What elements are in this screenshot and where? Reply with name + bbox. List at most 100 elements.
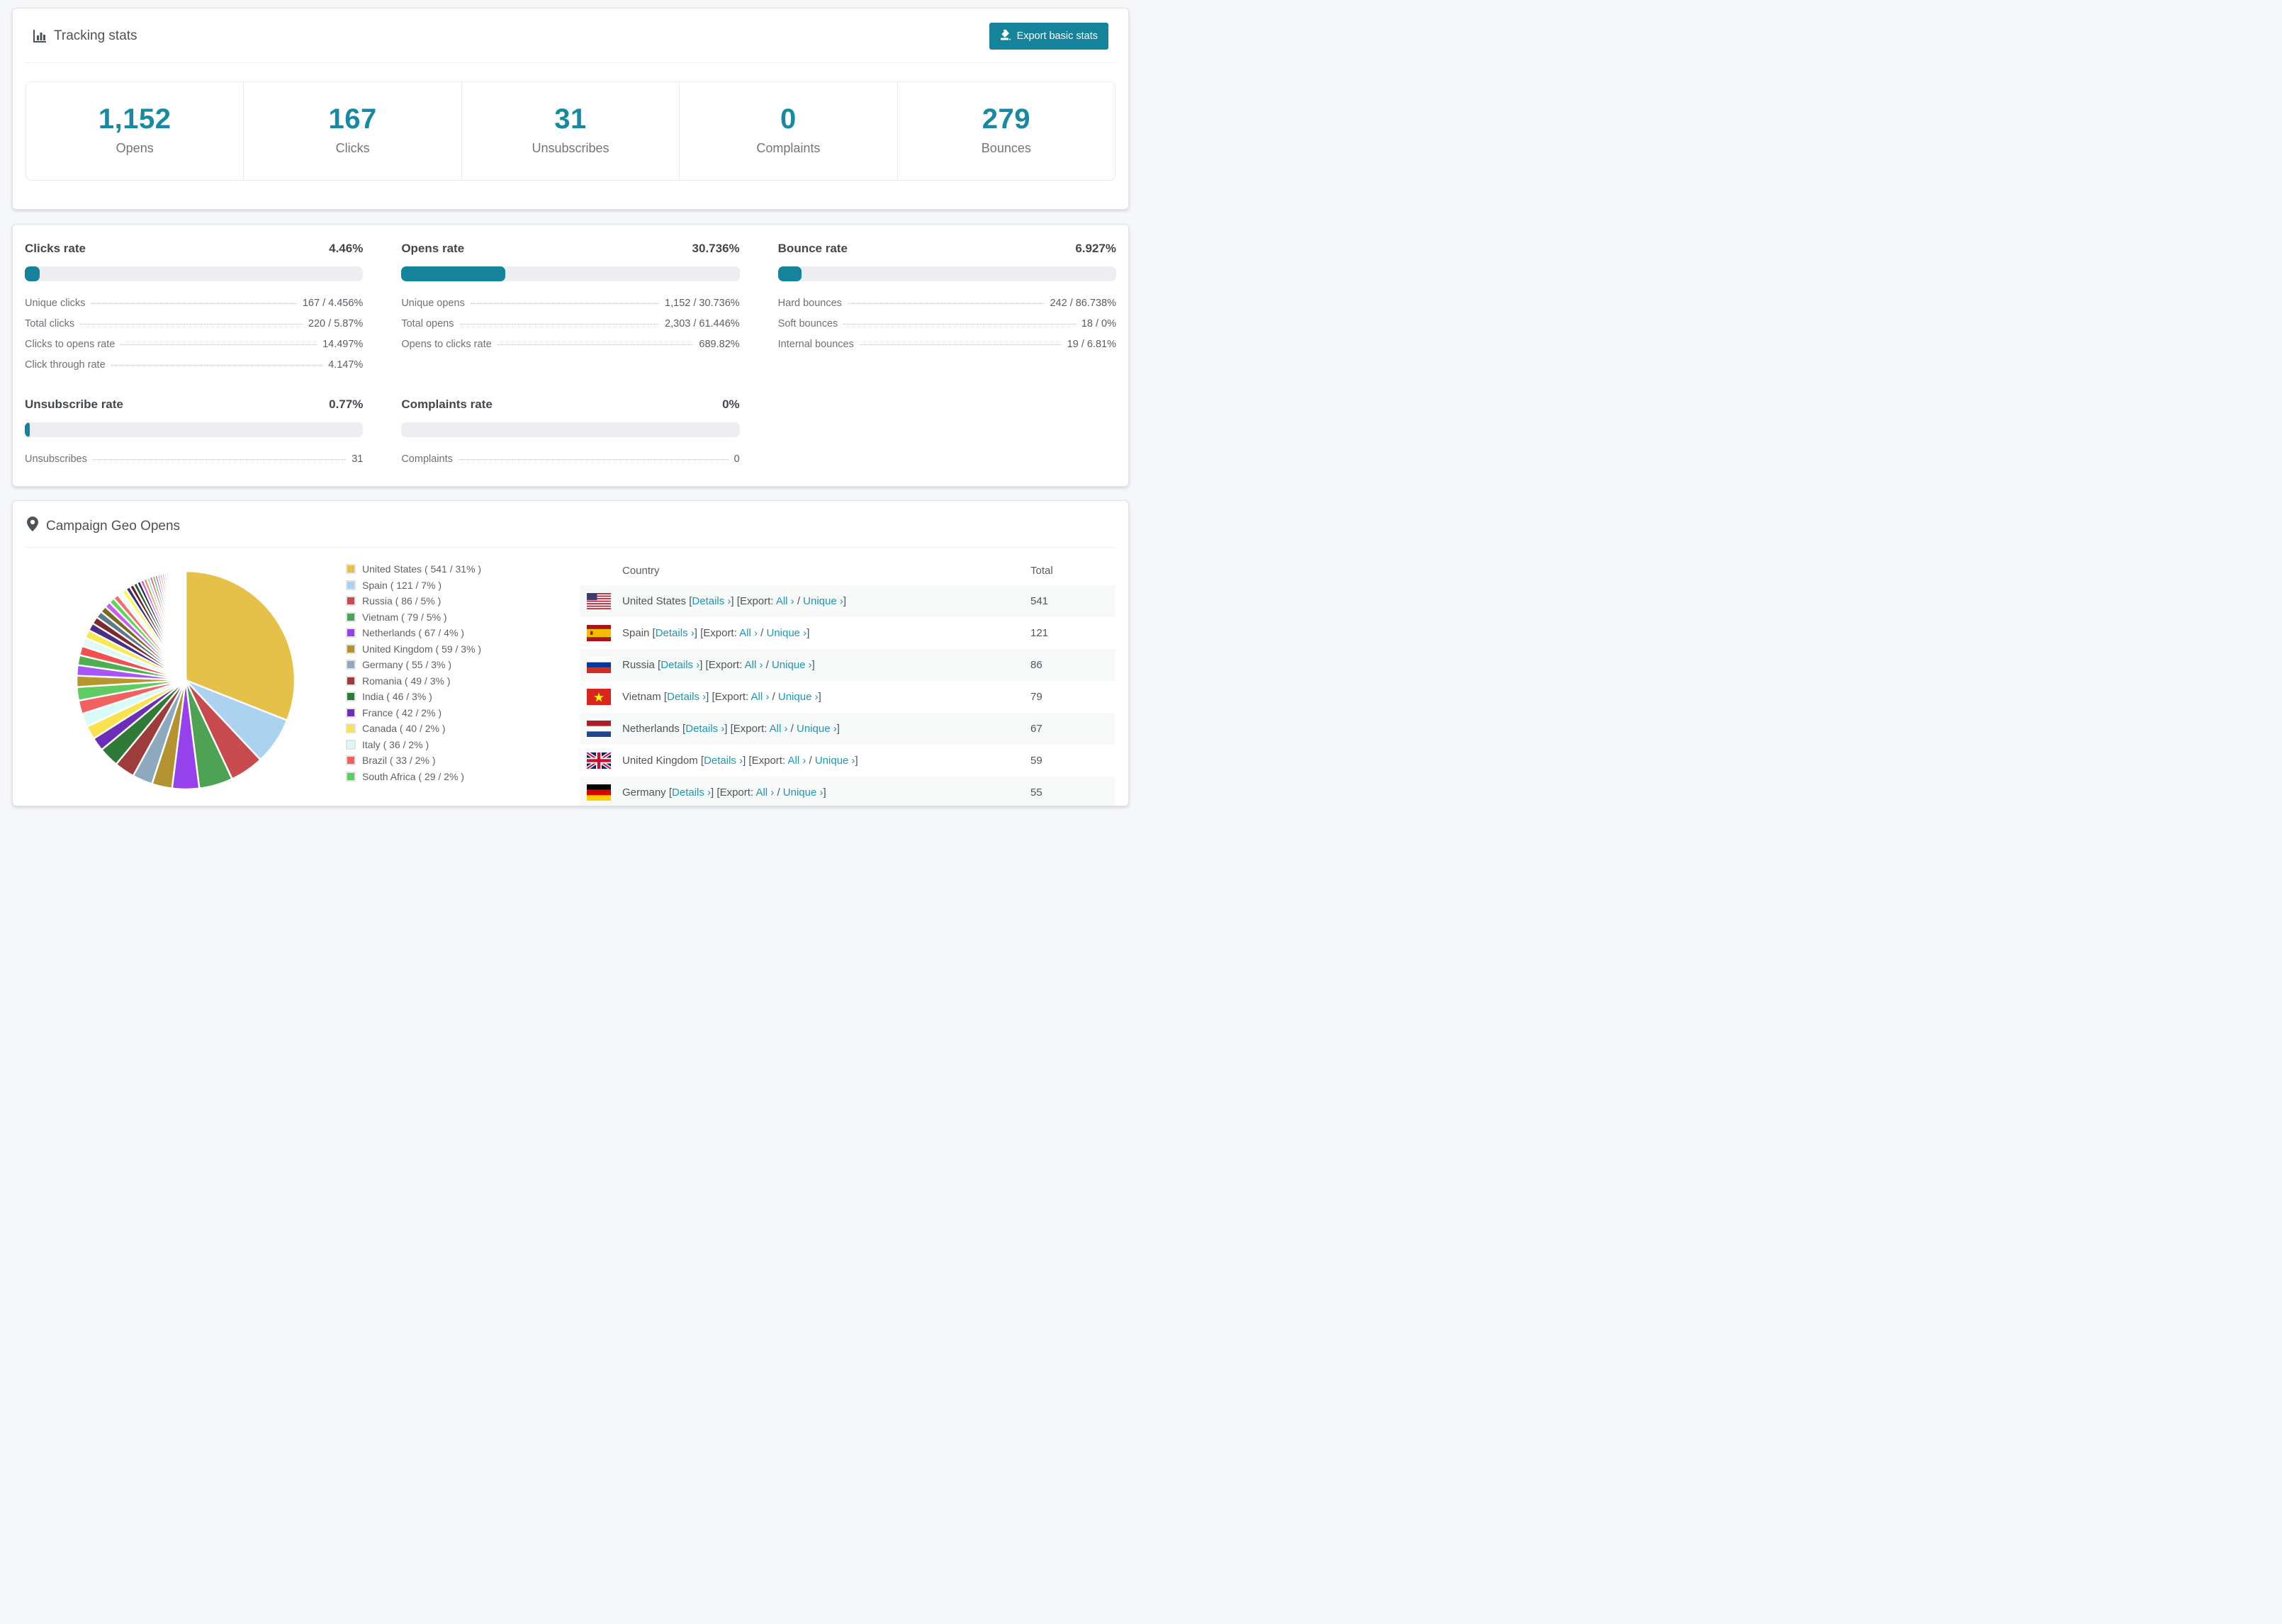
export-unique-link[interactable]: Unique › bbox=[803, 595, 843, 607]
legend-label: Italy ( 36 / 2% ) bbox=[362, 738, 429, 750]
export-unique-link[interactable]: Unique › bbox=[766, 627, 806, 639]
rate-percent: 6.927% bbox=[1075, 242, 1116, 255]
page-title: Tracking stats bbox=[54, 28, 137, 43]
export-unique-link[interactable]: Unique › bbox=[772, 659, 812, 671]
details-link[interactable]: Details › bbox=[661, 659, 699, 671]
dotted-leader bbox=[847, 303, 1045, 304]
rate-row-value: 689.82% bbox=[699, 339, 740, 350]
table-row: Netherlands [Details ›] [Export: All › /… bbox=[580, 713, 1115, 745]
legend-swatch bbox=[346, 628, 356, 638]
rate-progress-fill bbox=[25, 266, 40, 281]
export-all-link[interactable]: All › bbox=[770, 723, 788, 735]
dotted-leader bbox=[120, 344, 317, 345]
flag-cell bbox=[580, 745, 617, 777]
export-all-link[interactable]: All › bbox=[755, 786, 774, 799]
table-row: Germany [Details ›] [Export: All › / Uni… bbox=[580, 777, 1115, 806]
legend-swatch bbox=[346, 707, 356, 718]
rate-row-value: 242 / 86.738% bbox=[1050, 298, 1116, 309]
rate-row: Opens to clicks rate 689.82% bbox=[401, 339, 739, 350]
legend-item: United Kingdom ( 59 / 3% ) bbox=[346, 643, 564, 655]
details-link[interactable]: Details › bbox=[692, 595, 731, 607]
legend-swatch bbox=[346, 692, 356, 701]
details-link[interactable]: Details › bbox=[704, 755, 743, 767]
rate-row-label: Click through rate bbox=[25, 359, 106, 371]
dotted-leader bbox=[458, 459, 729, 460]
export-unique-link[interactable]: Unique › bbox=[797, 723, 837, 735]
export-all-link[interactable]: All › bbox=[739, 627, 758, 639]
stat-cell-clicks: 167 Clicks bbox=[243, 82, 461, 180]
export-all-link[interactable]: All › bbox=[776, 595, 794, 607]
legend-label: Vietnam ( 79 / 5% ) bbox=[362, 611, 447, 623]
total-cell: 541 bbox=[1030, 595, 1049, 607]
map-pin-icon bbox=[27, 517, 38, 536]
legend-swatch bbox=[346, 596, 356, 606]
table-row: United Kingdom [Details ›] [Export: All … bbox=[580, 745, 1115, 777]
rate-progress-fill bbox=[401, 266, 506, 281]
export-basic-stats-button[interactable]: Export basic stats bbox=[989, 23, 1108, 50]
tracking-stats-header: Tracking stats Export basic stats bbox=[24, 9, 1117, 63]
country-name: United Kingdom bbox=[622, 755, 698, 767]
dotted-leader bbox=[859, 344, 1062, 345]
export-unique-link[interactable]: Unique › bbox=[815, 755, 855, 767]
export-all-link[interactable]: All › bbox=[751, 691, 770, 703]
export-prefix: Export: bbox=[733, 723, 768, 735]
rate-block-clicks: Clicks rate 4.46% Unique clicks 167 / 4.456… bbox=[25, 242, 364, 371]
legend-swatch bbox=[346, 580, 356, 590]
rate-progress-bar bbox=[777, 266, 1116, 281]
legend-label: Germany ( 55 / 3% ) bbox=[362, 659, 452, 670]
bar-chart-icon bbox=[33, 29, 47, 43]
rate-row: Total clicks 220 / 5.87% bbox=[25, 318, 363, 329]
export-all-link[interactable]: All › bbox=[787, 755, 806, 767]
flag-cell bbox=[580, 681, 617, 713]
rate-row-value: 14.497% bbox=[322, 339, 364, 350]
export-unique-link[interactable]: Unique › bbox=[778, 691, 819, 703]
legend-label: France ( 42 / 2% ) bbox=[362, 706, 442, 718]
rate-title: Bounce rate bbox=[777, 242, 848, 255]
dotted-leader bbox=[843, 324, 1076, 325]
rate-title-row: Clicks rate 4.46% bbox=[25, 242, 363, 256]
rate-block-opens: Opens rate 30.736% Unique opens 1,152 / 30.… bbox=[401, 242, 740, 371]
country-name: Russia bbox=[622, 659, 655, 671]
dotted-leader bbox=[80, 324, 303, 325]
rate-title-row: Bounce rate 6.927% bbox=[778, 242, 1116, 256]
rate-row-label: Internal bounces bbox=[777, 339, 854, 350]
legend-item: Romania ( 49 / 3% ) bbox=[346, 675, 564, 687]
legend-swatch bbox=[346, 660, 356, 670]
rate-progress-fill bbox=[777, 266, 802, 281]
legend-label: India ( 46 / 3% ) bbox=[362, 691, 432, 702]
legend-item: Canada ( 40 / 2% ) bbox=[346, 723, 564, 734]
rate-row-value: 4.147% bbox=[328, 359, 364, 371]
total-cell: 121 bbox=[1030, 627, 1049, 639]
rate-row-label: Total opens bbox=[401, 318, 454, 329]
tracking-stats-card: Tracking stats Export basic stats 1,152 O… bbox=[12, 8, 1129, 210]
stat-value: 279 bbox=[982, 103, 1030, 135]
rate-row: Soft bounces 18 / 0% bbox=[778, 318, 1116, 329]
rate-row: Internal bounces 19 / 6.81% bbox=[778, 339, 1116, 350]
tracking-stats-title: Tracking stats bbox=[33, 28, 137, 44]
rate-block-complaints: Complaints rate 0% Complaints 0 bbox=[401, 397, 740, 465]
details-link[interactable]: Details › bbox=[672, 786, 711, 799]
export-all-link[interactable]: All › bbox=[745, 659, 763, 671]
country-name: Vietnam bbox=[622, 691, 661, 703]
details-link[interactable]: Details › bbox=[685, 723, 724, 735]
rates-card: Clicks rate 4.46% Unique clicks 167 / 4.456… bbox=[12, 224, 1129, 487]
flag-icon-nl bbox=[587, 721, 611, 737]
details-link[interactable]: Details › bbox=[667, 691, 706, 703]
rate-row: Unique clicks 167 / 4.456% bbox=[25, 298, 363, 309]
legend-item: Vietnam ( 79 / 5% ) bbox=[346, 611, 564, 623]
country-cell: Germany [Details ›] [Export: All › / Uni… bbox=[622, 786, 826, 799]
rate-row-label: Unique clicks bbox=[25, 298, 86, 309]
export-unique-link[interactable]: Unique › bbox=[783, 786, 824, 799]
rate-row-label: Clicks to opens rate bbox=[25, 339, 116, 350]
rate-row-label: Soft bounces bbox=[777, 318, 838, 329]
legend-label: Romania ( 49 / 3% ) bbox=[362, 675, 451, 687]
total-cell: 59 bbox=[1030, 755, 1042, 767]
rate-title: Unsubscribe rate bbox=[25, 397, 123, 411]
rate-row-label: Hard bounces bbox=[777, 298, 842, 309]
stat-cell-opens: 1,152 Opens bbox=[26, 82, 243, 180]
details-link[interactable]: Details › bbox=[656, 627, 695, 639]
geo-body: United States ( 541 / 31% ) Spain ( 121 /… bbox=[26, 556, 1115, 806]
total-cell: 67 bbox=[1030, 723, 1042, 735]
geo-pie-chart bbox=[26, 556, 346, 806]
rate-title: Opens rate bbox=[401, 242, 465, 255]
